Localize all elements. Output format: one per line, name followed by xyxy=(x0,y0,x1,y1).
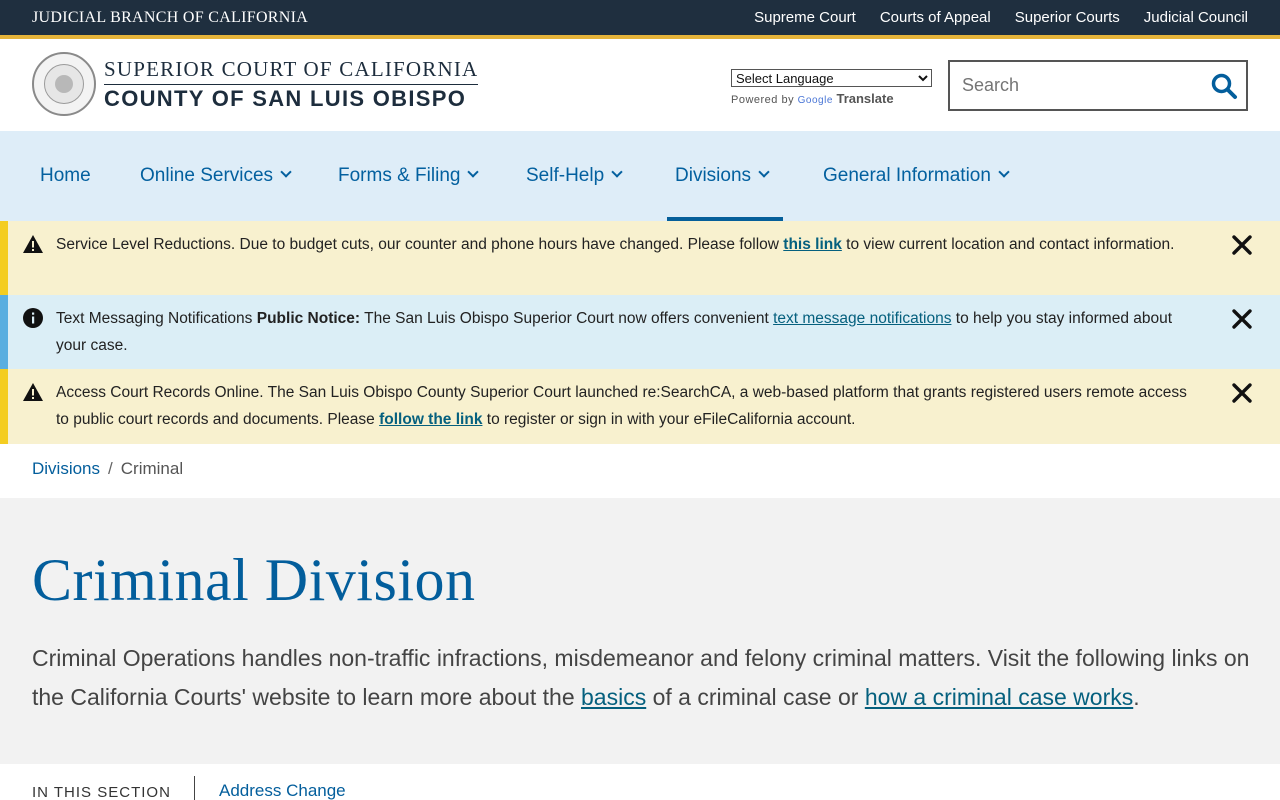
seal-inner xyxy=(44,64,84,104)
courts-of-appeal-link[interactable]: Courts of Appeal xyxy=(880,9,991,26)
nav-divisions-label: Divisions xyxy=(675,165,752,186)
supreme-court-link[interactable]: Supreme Court xyxy=(754,9,856,26)
alert-text-messaging: Text Messaging Notifications Public Noti… xyxy=(0,295,1280,369)
alert-body-end: to register or sign in with your eFileCa… xyxy=(486,411,856,428)
page-intro: Criminal Operations handles non-traffic … xyxy=(32,639,1252,717)
warning-icon xyxy=(23,383,43,401)
chevron-down-icon xyxy=(758,166,770,178)
court-seal-logo[interactable] xyxy=(32,52,96,116)
translate-link[interactable]: Translate xyxy=(836,91,893,106)
info-icon xyxy=(23,308,43,328)
main-navigation: Home Online Services Forms & Filing Self… xyxy=(0,131,1280,221)
nav-home[interactable]: Home xyxy=(40,131,91,221)
chevron-down-icon xyxy=(280,166,292,178)
search-input[interactable] xyxy=(950,62,1200,109)
alert-body: Due to budget cuts, our counter and phon… xyxy=(239,236,779,253)
breadcrumb: Divisions / Criminal xyxy=(32,459,183,479)
in-this-section: IN THIS SECTION Address Change xyxy=(0,764,1280,800)
alert-body-end: to view current location and contact inf… xyxy=(846,236,1175,253)
page-title: Criminal Division xyxy=(32,547,476,613)
breadcrumb-divisions-link[interactable]: Divisions xyxy=(32,459,100,478)
site-title[interactable]: SUPERIOR COURT OF CALIFORNIA COUNTY OF S… xyxy=(104,57,478,113)
judicial-branch-title[interactable]: JUDICIAL BRANCH OF CALIFORNIA xyxy=(32,9,308,27)
alert-bold: Public Notice: xyxy=(256,310,361,327)
alert-link[interactable]: this link xyxy=(783,236,842,253)
how-criminal-case-works-link[interactable]: how a criminal case works xyxy=(865,684,1133,710)
google-translate-widget: Select Language Powered by Google Transl… xyxy=(731,69,932,106)
alert-message: Text Messaging Notifications Public Noti… xyxy=(56,305,1196,359)
superior-courts-link[interactable]: Superior Courts xyxy=(1015,9,1120,26)
alert-link[interactable]: text message notifications xyxy=(773,310,951,327)
section-divider xyxy=(194,776,195,800)
close-icon[interactable] xyxy=(1231,308,1253,330)
alert-message: Access Court Records Online. The San Lui… xyxy=(56,379,1196,433)
site-title-bottom: COUNTY OF SAN LUIS OBISPO xyxy=(104,86,467,111)
language-select[interactable]: Select Language xyxy=(731,69,932,87)
nav-divisions[interactable]: Divisions xyxy=(675,131,770,221)
alert-title: Access Court Records Online. xyxy=(56,384,264,401)
chevron-down-icon xyxy=(998,166,1010,178)
nav-online-services[interactable]: Online Services xyxy=(140,131,292,221)
alert-stripe xyxy=(0,295,8,369)
google-logo-text: Google xyxy=(797,95,833,106)
basics-link[interactable]: basics xyxy=(581,684,646,710)
search-icon[interactable] xyxy=(1210,72,1238,100)
search-box xyxy=(948,60,1248,111)
breadcrumb-current: Criminal xyxy=(120,459,184,478)
alert-title: Text Messaging Notifications xyxy=(56,310,253,327)
nav-forms-filing[interactable]: Forms & Filing xyxy=(338,131,480,221)
alert-message: Service Level Reductions. Due to budget … xyxy=(56,231,1196,258)
powered-by-google: Powered by Google Translate xyxy=(731,91,932,106)
breadcrumb-separator: / xyxy=(108,459,113,478)
intro-text-end: . xyxy=(1133,684,1140,710)
nav-self-help-label: Self-Help xyxy=(526,165,605,186)
alert-service-reductions: Service Level Reductions. Due to budget … xyxy=(0,221,1280,295)
address-change-link[interactable]: Address Change xyxy=(219,781,346,800)
in-this-section-label: IN THIS SECTION xyxy=(32,784,171,800)
nav-online-services-label: Online Services xyxy=(140,165,274,186)
warning-icon xyxy=(23,235,43,253)
seal-figure xyxy=(55,75,73,93)
alert-link[interactable]: follow the link xyxy=(379,411,482,428)
close-icon[interactable] xyxy=(1231,234,1253,256)
judicial-links: Supreme Court Courts of Appeal Superior … xyxy=(754,9,1248,26)
nav-self-help[interactable]: Self-Help xyxy=(526,131,623,221)
nav-home-label: Home xyxy=(40,165,91,186)
chevron-down-icon xyxy=(611,166,623,178)
alert-title: Service Level Reductions. xyxy=(56,236,236,253)
alert-stripe xyxy=(0,369,8,444)
judicial-branch-bar: JUDICIAL BRANCH OF CALIFORNIA Supreme Co… xyxy=(0,0,1280,35)
close-icon[interactable] xyxy=(1231,382,1253,404)
intro-text-middle: of a criminal case or xyxy=(652,684,859,710)
judicial-council-link[interactable]: Judicial Council xyxy=(1144,9,1248,26)
chevron-down-icon xyxy=(467,166,480,178)
alert-court-records: Access Court Records Online. The San Lui… xyxy=(0,369,1280,444)
nav-general-information-label: General Information xyxy=(823,165,991,186)
site-header: SUPERIOR COURT OF CALIFORNIA COUNTY OF S… xyxy=(0,39,1280,131)
powered-by-text: Powered by xyxy=(731,94,795,106)
nav-general-information[interactable]: General Information xyxy=(823,131,1010,221)
page-hero: Criminal Division Criminal Operations ha… xyxy=(0,498,1280,764)
nav-forms-filing-label: Forms & Filing xyxy=(338,165,461,186)
alert-body: The San Luis Obispo Superior Court now o… xyxy=(364,310,769,327)
site-title-top: SUPERIOR COURT OF CALIFORNIA xyxy=(104,57,478,85)
alert-stripe xyxy=(0,221,8,295)
